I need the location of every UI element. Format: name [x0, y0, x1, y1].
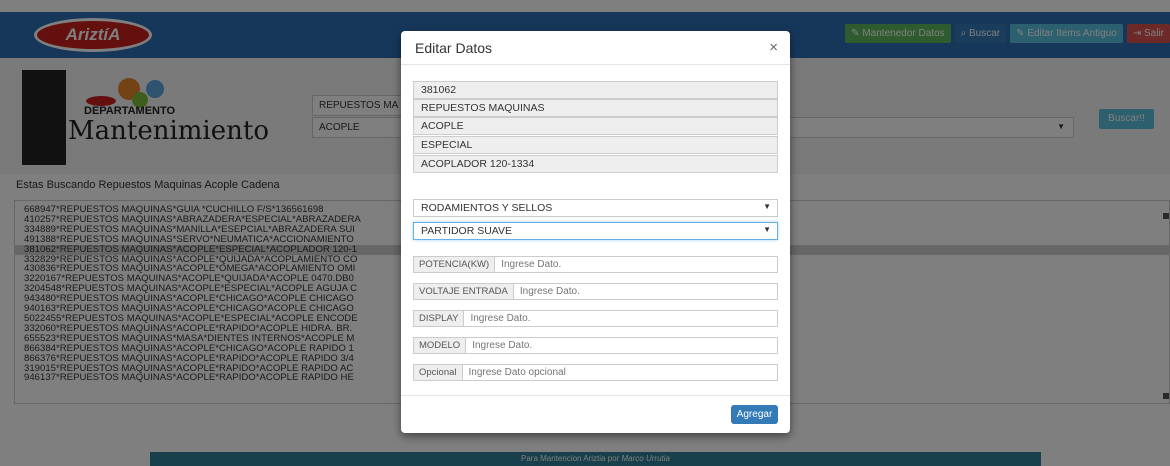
editar-datos-modal: Editar Datos × 381062 REPUESTOS MAQUINAS…	[401, 31, 790, 433]
display-input[interactable]	[464, 310, 778, 327]
opcional-input-group: Opcional	[413, 364, 778, 381]
potencia-label: POTENCIA(KW)	[413, 256, 496, 273]
type-field: ACOPLE	[413, 117, 778, 135]
agregar-button[interactable]: Agregar	[731, 405, 778, 424]
description-field: ACOPLADOR 120-1334	[413, 155, 778, 173]
potencia-input[interactable]	[495, 256, 778, 273]
display-input-group: DISPLAY	[413, 310, 778, 327]
chevron-down-icon: ▼	[763, 202, 771, 211]
chevron-down-icon: ▼	[763, 225, 771, 234]
close-icon[interactable]: ×	[769, 39, 778, 56]
modelo-label: MODELO	[413, 337, 467, 354]
modal-title: Editar Datos	[415, 40, 493, 56]
group-select[interactable]: RODAMIENTOS Y SELLOS ▼	[413, 199, 778, 217]
group-select-value: RODAMIENTOS Y SELLOS	[421, 202, 553, 214]
opcional-input[interactable]	[462, 364, 778, 381]
opcional-label: Opcional	[413, 364, 463, 381]
voltaje-input-group: VOLTAJE ENTRADA	[413, 283, 778, 300]
modelo-input-group: MODELO	[413, 337, 778, 354]
subtype-field: ESPECIAL	[413, 136, 778, 154]
modelo-input[interactable]	[466, 337, 778, 354]
voltaje-label: VOLTAJE ENTRADA	[413, 283, 514, 300]
subgroup-select[interactable]: PARTIDOR SUAVE ▼	[413, 222, 778, 240]
subgroup-select-value: PARTIDOR SUAVE	[421, 225, 513, 237]
modal-header: Editar Datos ×	[401, 31, 790, 65]
code-field: 381062	[413, 81, 778, 99]
voltaje-input[interactable]	[513, 283, 778, 300]
potencia-input-group: POTENCIA(KW)	[413, 256, 778, 273]
display-label: DISPLAY	[413, 310, 465, 327]
category-field: REPUESTOS MAQUINAS	[413, 99, 778, 117]
modal-footer-divider	[401, 395, 790, 396]
